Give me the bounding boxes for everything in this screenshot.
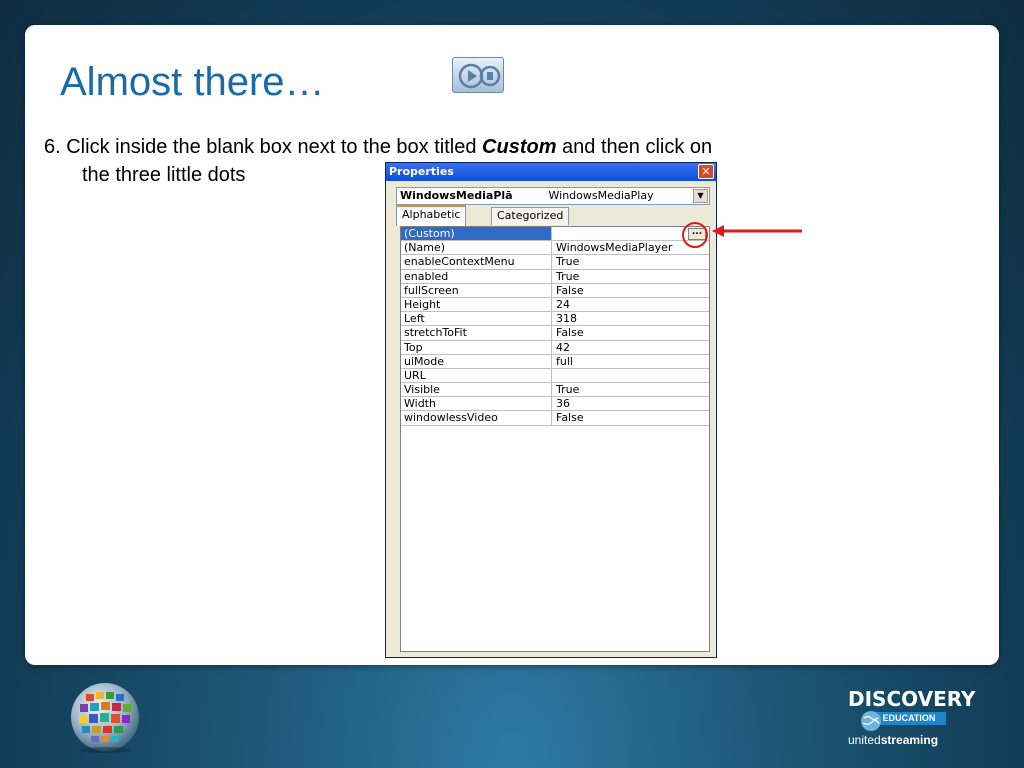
object-name: WindowsMediaPlā — [400, 189, 513, 202]
property-value[interactable] — [553, 369, 709, 382]
arrow-left-icon — [712, 225, 802, 237]
properties-titlebar[interactable]: Properties ✕ — [386, 163, 716, 181]
instruction-line1-start: 6. Click inside the blank box next to th… — [44, 136, 483, 158]
properties-window: Properties ✕ WindowsMediaPlā WindowsMedi… — [385, 162, 717, 658]
brand-name: DISCOVERY — [848, 687, 976, 711]
tab-categorized[interactable]: Categorized — [491, 207, 570, 225]
property-row[interactable]: Width 36 — [401, 397, 709, 412]
property-grid: (Custom) ... (Name) WindowsMediaPlayer e… — [400, 226, 710, 652]
property-name: (Custom) — [401, 227, 552, 241]
property-name: fullScreen — [401, 283, 552, 297]
property-name: stretchToFit — [401, 326, 552, 340]
discovery-education-logo: DISCOVERY EDUCATION unitedstreaming — [848, 687, 976, 752]
property-name: URL — [401, 368, 552, 383]
property-row[interactable]: stretchToFit False — [401, 326, 709, 341]
property-name: Left — [401, 312, 552, 326]
property-name: enableContextMenu — [401, 255, 552, 269]
object-selector[interactable]: WindowsMediaPlā WindowsMediaPlay ▼ — [396, 187, 710, 205]
mini-globe-icon — [861, 711, 881, 731]
property-name: Top — [401, 340, 552, 354]
property-value[interactable]: True — [553, 255, 709, 268]
highlight-circle — [682, 222, 708, 248]
property-row[interactable]: enableContextMenu True — [401, 255, 709, 270]
sub-brand: EDUCATION — [872, 712, 946, 725]
property-name: uiMode — [401, 354, 552, 368]
property-row[interactable]: Visible True — [401, 383, 709, 398]
property-row-custom[interactable]: (Custom) ... — [401, 227, 709, 242]
property-name: (Name) — [401, 241, 552, 255]
close-icon[interactable]: ✕ — [698, 164, 714, 179]
property-value[interactable]: 42 — [553, 341, 709, 354]
property-row[interactable]: fullScreen False — [401, 283, 709, 298]
property-value[interactable]: True — [553, 270, 709, 283]
property-row[interactable]: windowlessVideo False — [401, 411, 709, 426]
properties-title: Properties — [389, 165, 454, 178]
instruction-emphasis: Custom — [482, 136, 557, 158]
property-row[interactable]: Left 318 — [401, 312, 709, 327]
property-value[interactable]: 318 — [553, 312, 709, 325]
property-row[interactable]: (Name) WindowsMediaPlayer — [401, 241, 709, 256]
property-value[interactable]: 24 — [553, 298, 709, 311]
property-name: enabled — [401, 269, 552, 283]
object-type: WindowsMediaPlay — [548, 189, 654, 202]
instruction-line1-end: and then click on — [556, 136, 713, 158]
property-value[interactable]: False — [553, 284, 709, 297]
property-name: windowlessVideo — [401, 411, 552, 425]
property-value[interactable]: False — [553, 411, 709, 424]
chevron-down-icon[interactable]: ▼ — [693, 189, 708, 203]
media-player-icon — [452, 57, 504, 93]
property-name: Visible — [401, 383, 552, 397]
globe-logo-icon — [71, 683, 139, 753]
property-row[interactable]: URL — [401, 368, 709, 384]
property-row[interactable]: Height 24 — [401, 297, 709, 313]
property-row[interactable]: Top 42 — [401, 340, 709, 355]
product-name: unitedstreaming — [848, 733, 953, 747]
product-suffix: streaming — [880, 733, 939, 747]
property-value[interactable]: False — [553, 326, 709, 339]
property-name: Height — [401, 297, 552, 312]
page-title: Almost there… — [60, 60, 325, 104]
property-row[interactable]: enabled True — [401, 269, 709, 284]
property-value[interactable]: full — [553, 355, 709, 368]
property-value[interactable]: 36 — [553, 397, 709, 410]
property-name: Width — [401, 397, 552, 411]
property-value[interactable]: True — [553, 383, 709, 396]
tab-alphabetic[interactable]: Alphabetic — [396, 205, 467, 226]
property-row[interactable]: uiMode full — [401, 354, 709, 369]
product-prefix: united — [848, 733, 881, 747]
